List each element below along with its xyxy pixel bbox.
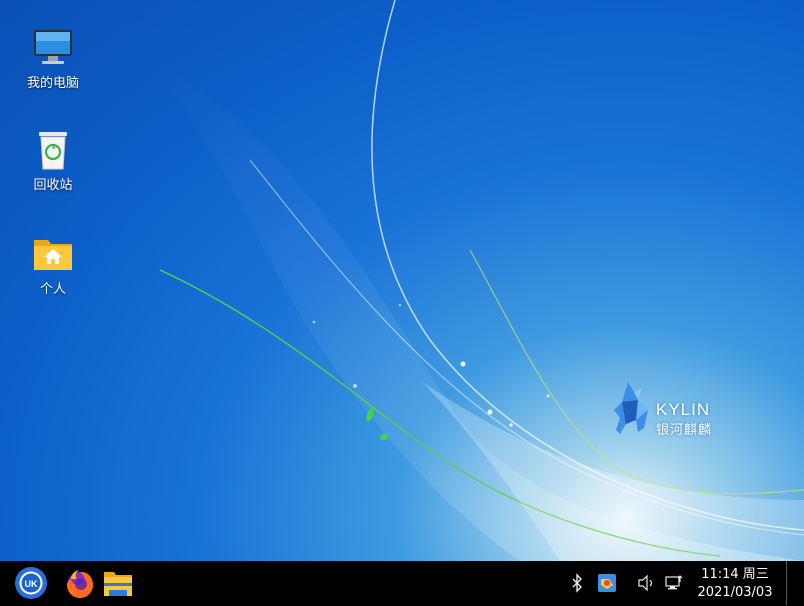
desktop-icon-label: 我的电脑 bbox=[26, 76, 79, 91]
desktop: 我的电脑 回收站 个人 KYLIN 银河麒麟 bbox=[0, 0, 804, 561]
desktop-icon-computer[interactable]: 我的电脑 bbox=[13, 26, 93, 91]
desktop-icon-label: 个人 bbox=[39, 282, 66, 297]
volume-tray[interactable] bbox=[636, 573, 656, 593]
desktop-icon-label: 回收站 bbox=[33, 178, 73, 193]
network-tray[interactable] bbox=[664, 573, 684, 593]
kylin-update-tray[interactable] bbox=[597, 573, 617, 593]
kylin-logo-word: KYLIN bbox=[656, 400, 711, 419]
volume-icon bbox=[638, 574, 653, 592]
kylin-update-icon bbox=[598, 574, 616, 592]
clock[interactable]: 11:14 周三 2021/03/03 bbox=[690, 566, 780, 602]
bluetooth-tray[interactable] bbox=[567, 573, 587, 593]
clock-time: 11:14 周三 bbox=[701, 567, 769, 582]
desktop-icon-home[interactable]: 个人 bbox=[13, 232, 93, 297]
kylin-logo-cn: 银河麒麟 bbox=[656, 423, 713, 438]
desktop-icon-trash[interactable]: 回收站 bbox=[13, 128, 93, 193]
trash-icon bbox=[39, 132, 67, 170]
wallpaper-art bbox=[150, 0, 804, 561]
bluetooth-icon bbox=[572, 573, 582, 593]
kylin-mascot-icon bbox=[614, 382, 648, 434]
start-menu-button[interactable]: UK bbox=[13, 565, 49, 601]
clock-date: 2021/03/03 bbox=[697, 585, 773, 600]
file-manager-button[interactable] bbox=[100, 565, 136, 601]
firefox-icon bbox=[67, 570, 93, 598]
taskbar: UK 11:14 周三 2021/03/03 bbox=[0, 561, 804, 606]
kylin-logo: KYLIN 银河麒麟 bbox=[608, 380, 728, 440]
file-manager-icon bbox=[104, 572, 132, 596]
firefox-button[interactable] bbox=[62, 565, 98, 601]
show-desktop-button[interactable] bbox=[786, 561, 801, 605]
home-folder-icon bbox=[34, 240, 72, 270]
svg-text:UK: UK bbox=[25, 579, 38, 589]
network-icon bbox=[665, 575, 683, 590]
kylin-start-icon: UK bbox=[15, 567, 47, 599]
computer-icon bbox=[34, 30, 72, 64]
